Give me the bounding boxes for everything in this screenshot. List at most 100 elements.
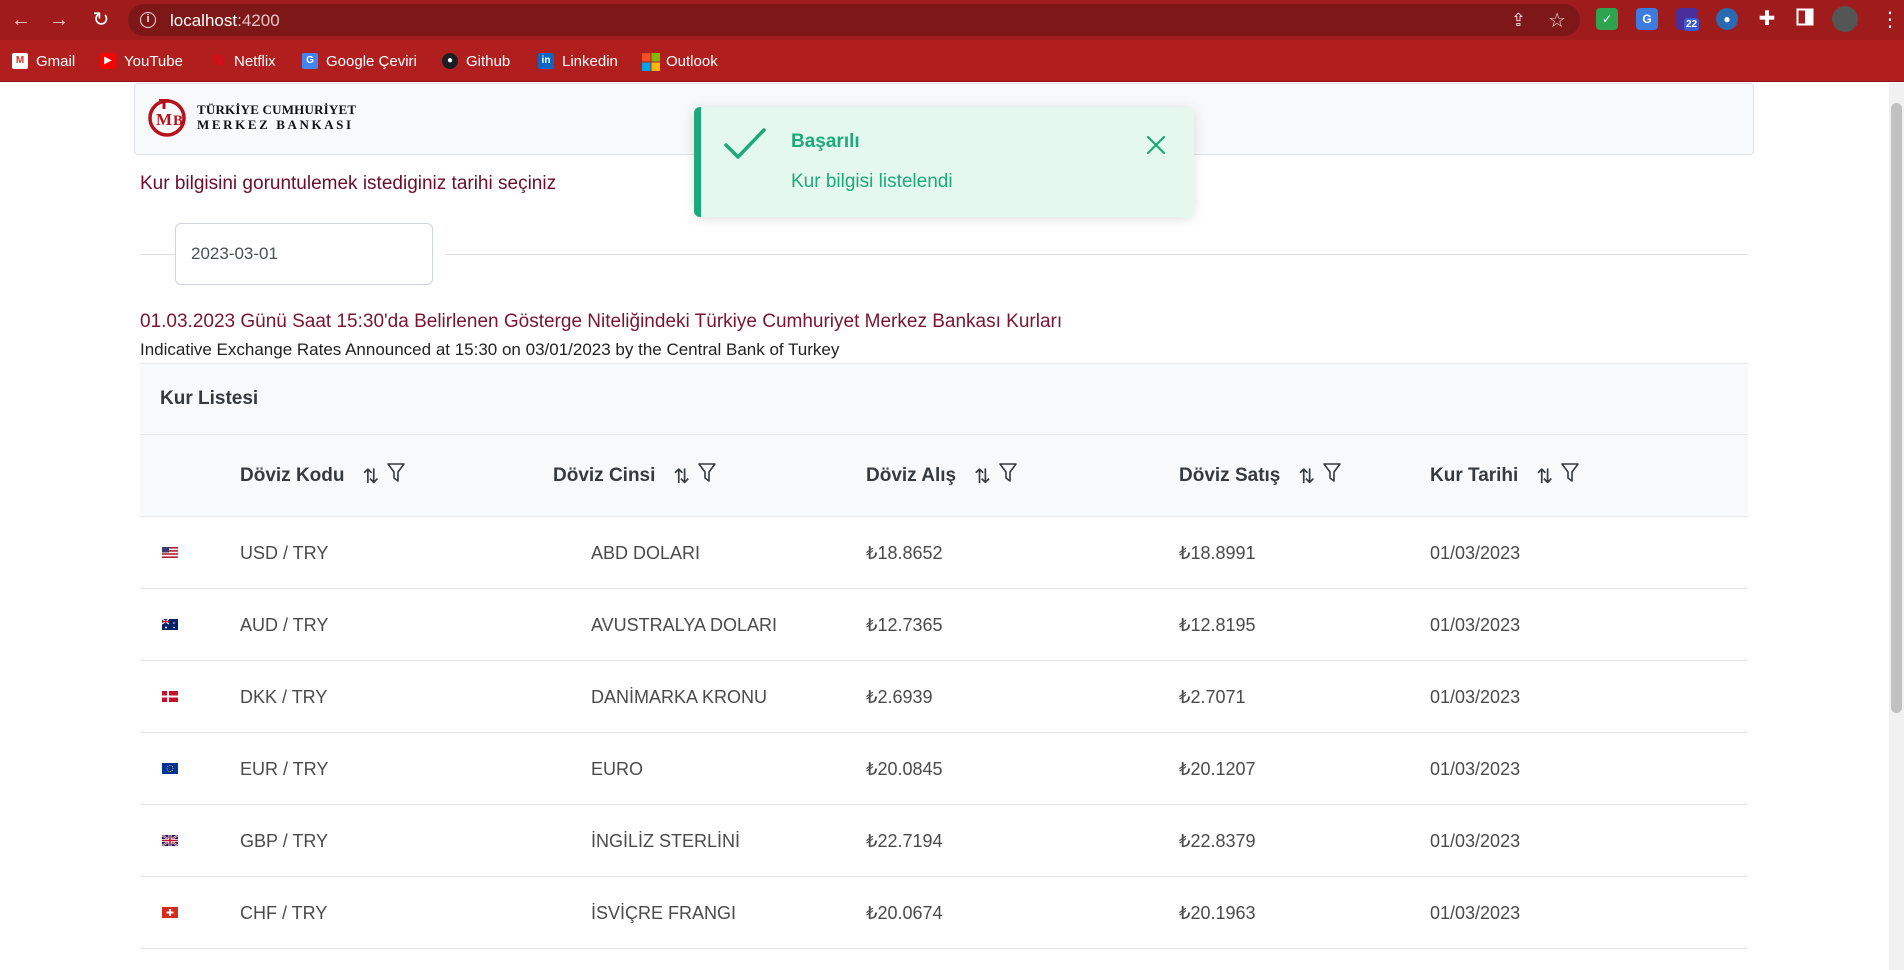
sell-rate: ₺22.8379 xyxy=(1179,831,1256,851)
toast-message: Kur bilgisi listelendi xyxy=(791,171,953,192)
graduation-cap-extension-icon[interactable]: 22 xyxy=(1676,8,1700,31)
share-icon[interactable]: ⇪ xyxy=(1511,10,1526,31)
table-row[interactable]: GBP / TRY İNGİLİZ STERLİNİ ₺22.7194 ₺22.… xyxy=(140,805,1748,877)
currency-code: CHF / TRY xyxy=(240,903,328,923)
sort-icon[interactable]: ⇅ xyxy=(974,464,991,489)
sort-icon[interactable]: ⇅ xyxy=(363,464,380,489)
globe-extension-icon[interactable]: ● xyxy=(1716,8,1738,30)
column-header-sell[interactable]: Döviz Satış ⇅ xyxy=(1179,435,1341,517)
bookmark-netflix[interactable]: N Netflix xyxy=(210,50,275,72)
url-text[interactable]: localhost:4200 xyxy=(170,11,280,31)
buy-rate: ₺2.6939 xyxy=(866,687,933,707)
bookmark-star-icon[interactable]: ☆ xyxy=(1548,8,1566,33)
table-row[interactable]: USD / TRY ABD DOLARI ₺18.8652 ₺18.8991 0… xyxy=(140,517,1748,589)
currency-code: GBP / TRY xyxy=(240,831,329,851)
bookmark-gmail[interactable]: M Gmail xyxy=(12,50,75,72)
table-row[interactable]: CHF / TRY İSVİÇRE FRANGI ₺20.0674 ₺20.19… xyxy=(140,877,1748,949)
profile-avatar[interactable] xyxy=(1832,6,1858,32)
column-label: Kur Tarihi xyxy=(1430,465,1519,486)
bookmark-label: Gmail xyxy=(36,52,76,70)
github-icon: ● xyxy=(442,53,458,69)
bookmark-linkedin[interactable]: in Linkedin xyxy=(538,50,618,72)
sell-rate: ₺20.1963 xyxy=(1179,903,1256,923)
bookmark-outlook[interactable]: Outlook xyxy=(642,50,718,72)
bookmark-label: YouTube xyxy=(124,52,183,70)
column-label: Döviz Kodu xyxy=(240,465,345,486)
buy-rate: ₺20.0674 xyxy=(866,903,943,923)
extension-badge: 22 xyxy=(1684,18,1700,31)
rates-title-en: Indicative Exchange Rates Announced at 1… xyxy=(140,340,840,359)
currency-name: AVUSTRALYA DOLARI xyxy=(591,615,778,635)
bookmarks-bar: M Gmail ▶ YouTube N Netflix G Google Çev… xyxy=(0,40,1904,82)
success-toast: Başarılı Kur bilgisi listelendi xyxy=(694,107,1194,217)
filter-icon[interactable] xyxy=(387,463,406,489)
reload-icon[interactable]: ↻ xyxy=(88,7,114,33)
sort-icon[interactable]: ⇅ xyxy=(1298,464,1315,489)
column-header-currency-code[interactable]: Döviz Kodu ⇅ xyxy=(240,435,406,517)
date-prompt: Kur bilgisini goruntulemek istediginiz t… xyxy=(140,173,557,194)
check-icon xyxy=(723,127,767,166)
filter-icon[interactable] xyxy=(999,463,1017,489)
site-info-icon[interactable]: i xyxy=(140,12,156,28)
date-input[interactable] xyxy=(175,223,433,285)
sell-rate: ₺18.8991 xyxy=(1179,543,1256,563)
translate-extension-icon[interactable]: G xyxy=(1636,8,1658,30)
sort-icon[interactable]: ⇅ xyxy=(673,464,690,489)
column-label: Döviz Cinsi xyxy=(553,465,656,486)
side-panel-icon[interactable] xyxy=(1794,8,1816,30)
table-row[interactable]: EUR / TRY EURO ₺20.0845 ₺20.1207 01/03/2… xyxy=(140,733,1748,805)
filter-icon[interactable] xyxy=(1561,463,1579,489)
tcmb-logo[interactable]: M B TÜRKİYE CUMHURİYET MERKEZ BANKASI xyxy=(147,96,356,138)
column-label: Döviz Satış xyxy=(1179,465,1281,486)
bookmark-google-translate[interactable]: G Google Çeviri xyxy=(302,50,417,72)
currency-code: USD / TRY xyxy=(240,543,329,563)
address-bar[interactable]: i localhost:4200 ⇪ ☆ xyxy=(128,4,1580,36)
sell-rate: ₺12.8195 xyxy=(1179,615,1256,635)
scrollbar-thumb[interactable] xyxy=(1891,103,1902,713)
sort-icon[interactable]: ⇅ xyxy=(1536,464,1553,489)
bookmark-label: Github xyxy=(466,52,511,70)
column-header-currency-name[interactable]: Döviz Cinsi ⇅ xyxy=(553,435,716,517)
toast-title: Başarılı xyxy=(791,131,860,152)
rate-date: 01/03/2023 xyxy=(1430,543,1521,563)
currency-name: DANİMARKA KRONU xyxy=(591,687,768,707)
currency-name: İSVİÇRE FRANGI xyxy=(591,903,737,923)
buy-rate: ₺12.7365 xyxy=(866,615,943,635)
currency-code: AUD / TRY xyxy=(240,615,329,635)
close-icon[interactable] xyxy=(1142,131,1170,159)
divider xyxy=(140,254,176,255)
table-caption: Kur Listesi xyxy=(140,363,1748,435)
column-header-rate-date[interactable]: Kur Tarihi ⇅ xyxy=(1430,435,1579,517)
rate-date: 01/03/2023 xyxy=(1430,615,1521,635)
currency-name: İNGİLİZ STERLİNİ xyxy=(591,831,741,851)
currency-name: EURO xyxy=(591,759,644,779)
outlook-icon xyxy=(642,53,660,71)
gmail-icon: M xyxy=(12,53,28,69)
svg-text:B: B xyxy=(173,113,183,129)
page-scrollbar[interactable] xyxy=(1889,83,1904,970)
currency-name: ABD DOLARI xyxy=(591,543,701,563)
buy-rate: ₺20.0845 xyxy=(866,759,943,779)
filter-icon[interactable] xyxy=(1323,463,1341,489)
bookmark-youtube[interactable]: ▶ YouTube xyxy=(100,50,183,72)
currency-code: DKK / TRY xyxy=(240,687,328,707)
column-header-buy[interactable]: Döviz Alış ⇅ xyxy=(866,435,1017,517)
bookmark-label: Google Çeviri xyxy=(326,52,417,70)
extensions-puzzle-icon[interactable]: ✚ xyxy=(1756,8,1778,30)
forward-arrow-icon[interactable]: → xyxy=(46,7,72,33)
bookmark-github[interactable]: ● Github xyxy=(442,50,510,72)
url-host: localhost xyxy=(170,11,238,30)
rate-date: 01/03/2023 xyxy=(1430,687,1521,707)
rate-date: 01/03/2023 xyxy=(1430,759,1521,779)
column-label: Döviz Alış xyxy=(866,465,957,486)
table-row[interactable]: AUD / TRY AVUSTRALYA DOLARI ₺12.7365 ₺12… xyxy=(140,589,1748,661)
logo-line-1: TÜRKİYE CUMHURİYET xyxy=(197,102,357,117)
browser-menu-icon[interactable]: ⋮ xyxy=(1880,6,1900,34)
filter-icon[interactable] xyxy=(698,463,716,489)
table-header: Döviz Kodu ⇅ Döviz Cinsi ⇅ Döviz Alış ⇅ … xyxy=(140,435,1748,517)
table-row[interactable]: DKK / TRY DANİMARKA KRONU ₺2.6939 ₺2.707… xyxy=(140,661,1748,733)
buy-rate: ₺18.8652 xyxy=(866,543,943,563)
gb-flag-icon xyxy=(162,835,178,846)
back-arrow-icon[interactable]: ← xyxy=(8,7,34,33)
shield-extension-icon[interactable]: ✓ xyxy=(1596,8,1618,30)
